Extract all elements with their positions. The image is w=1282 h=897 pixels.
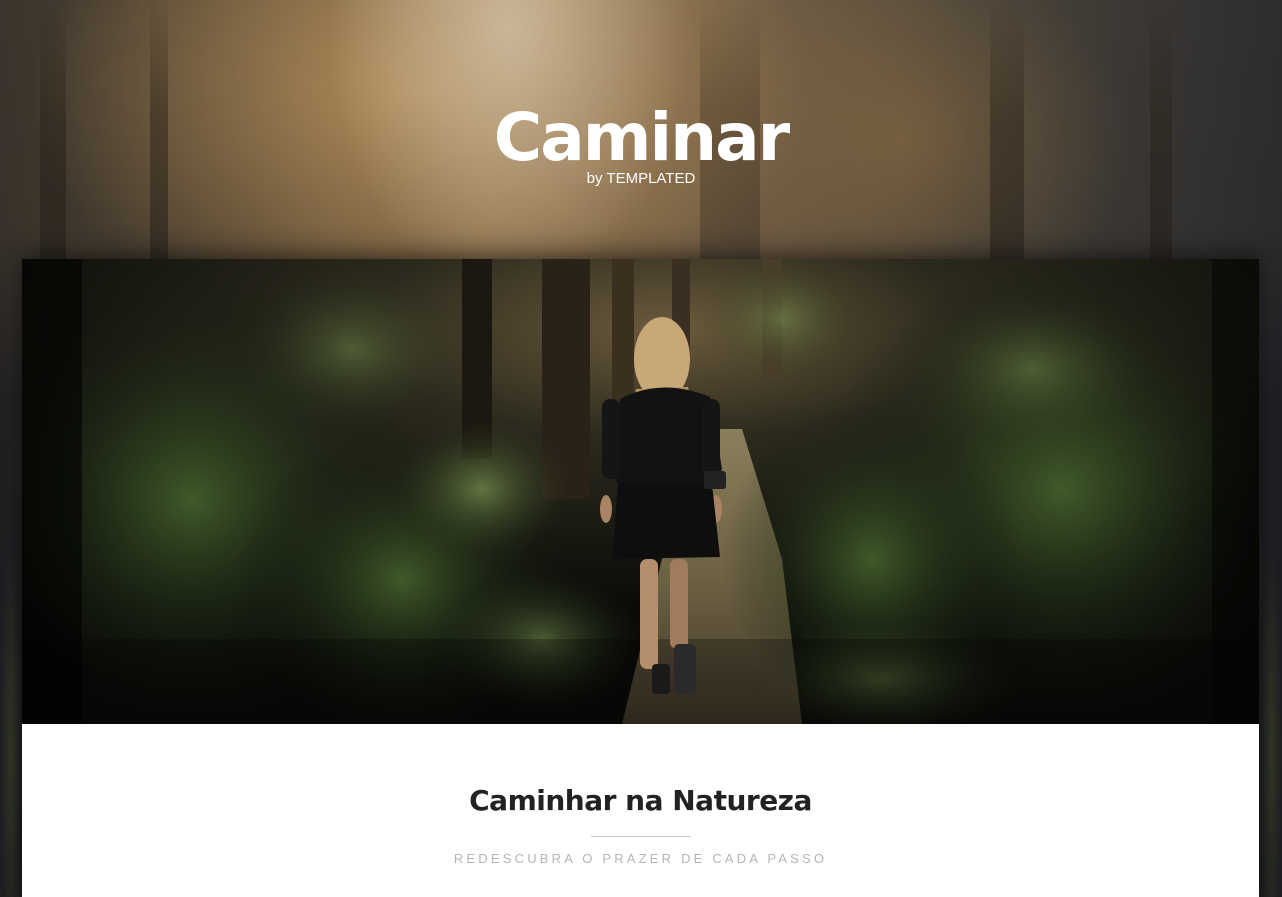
background-foliage-left bbox=[0, 537, 22, 897]
site-header: Caminar by TEMPLATED bbox=[0, 100, 1282, 188]
section-title: Caminhar na Natureza bbox=[469, 784, 812, 817]
title-divider bbox=[590, 836, 691, 837]
site-byline: by TEMPLATED bbox=[586, 170, 696, 187]
main-card: Caminhar na Natureza REDESCUBRA O PRAZER… bbox=[22, 259, 1259, 897]
site-logo[interactable]: Caminar bbox=[494, 100, 790, 176]
hero-image bbox=[22, 259, 1259, 724]
intro-section: Caminhar na Natureza REDESCUBRA O PRAZER… bbox=[22, 724, 1259, 866]
section-subtitle: REDESCUBRA O PRAZER DE CADA PASSO bbox=[453, 851, 828, 866]
background-foliage-right bbox=[1260, 537, 1282, 897]
forest-walk-photo bbox=[22, 259, 1259, 724]
